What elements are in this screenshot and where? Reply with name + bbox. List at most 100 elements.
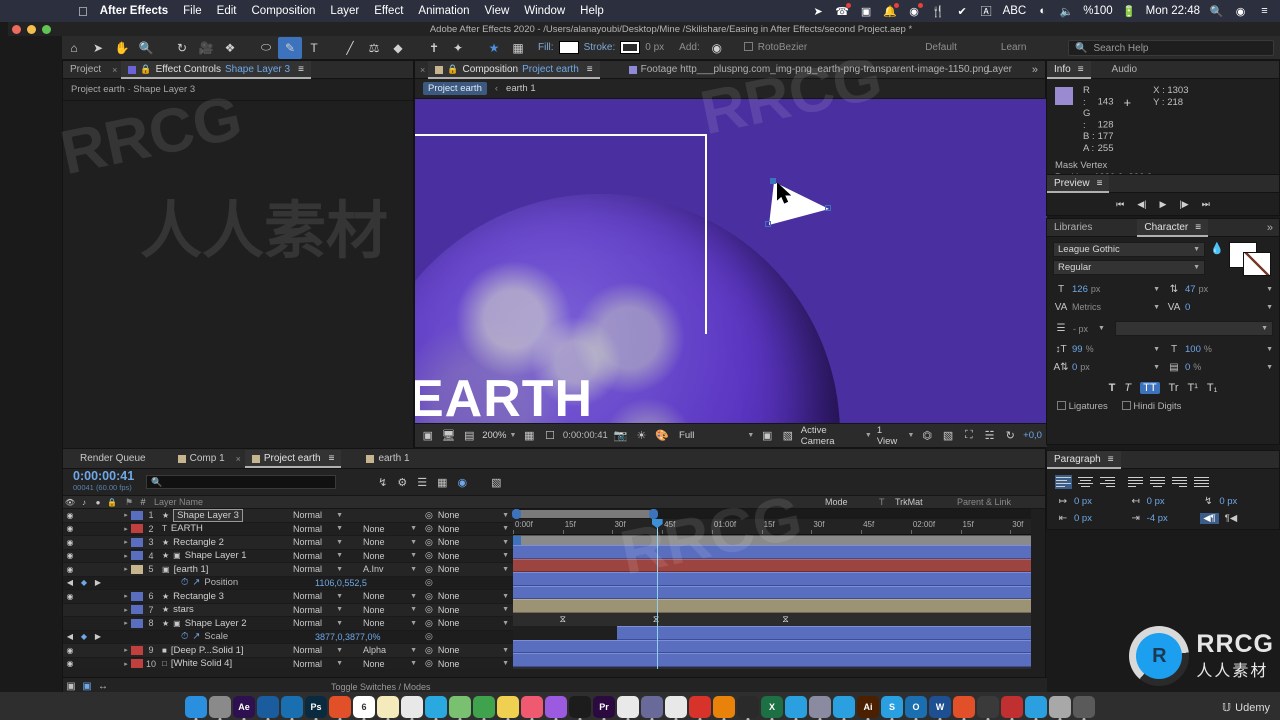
layer-label-color[interactable]: [131, 524, 143, 534]
siri-icon[interactable]: ◉: [1233, 4, 1248, 19]
rtl-icon[interactable]: ¶◀: [1225, 513, 1237, 524]
ltr-icon[interactable]: ◀¶: [1200, 512, 1219, 524]
layer-expand-arrow[interactable]: ▸: [121, 619, 131, 627]
preview-icon[interactable]: [641, 696, 663, 718]
layer-label-color[interactable]: [131, 551, 143, 561]
table-row[interactable]: ◉ ▸ 2 T EARTH Normal ▼ None ▼ ◎ None ▼: [63, 522, 513, 536]
graph-editor-icon[interactable]: ▧: [491, 476, 501, 489]
brush-tool[interactable]: ╱: [338, 37, 362, 59]
pickwhip-icon[interactable]: ◎: [425, 510, 433, 521]
table-row[interactable]: ▸ 7 ★ stars Normal ▼ None ▼ ◎ None ▼: [63, 603, 513, 617]
word-icon[interactable]: W: [929, 696, 951, 718]
menu-composition[interactable]: Composition: [252, 5, 316, 17]
layer-expand-arrow[interactable]: ▸: [121, 565, 131, 573]
layer-parent-select[interactable]: ◎ None ▼: [421, 618, 513, 629]
pickwhip-icon[interactable]: ◎: [425, 577, 433, 588]
align-center-button[interactable]: [1077, 475, 1094, 489]
stroke-color-swatch[interactable]: [620, 41, 641, 54]
layer-visibility-toggle[interactable]: ◉: [63, 538, 77, 547]
draft-3d-icon[interactable]: ⚙: [397, 476, 407, 489]
calendar-icon[interactable]: 6: [353, 696, 375, 718]
layer-name-label[interactable]: Rectangle 3: [173, 591, 224, 602]
keyframe-prev-icon[interactable]: ◀: [63, 632, 77, 641]
panel-menu-icon[interactable]: ≡: [298, 64, 304, 75]
menu-edit[interactable]: Edit: [217, 5, 237, 17]
layer-name-cell[interactable]: T EARTH: [159, 523, 289, 534]
table-row[interactable]: ◉ ▸ 3 ★ Rectangle 2 Normal ▼ None ▼ ◎ None ▼: [63, 536, 513, 550]
layer-trkmat-select[interactable]: None ▼: [359, 605, 421, 615]
menu-layer[interactable]: Layer: [330, 5, 359, 17]
layer-name-label[interactable]: [White Solid 4]: [171, 658, 232, 669]
layer-parent-select[interactable]: ◎ None ▼: [421, 564, 513, 575]
layer-name-cell[interactable]: ★ Rectangle 3: [159, 591, 289, 602]
stroke-style-select[interactable]: ▼: [1114, 321, 1273, 336]
show-snapshot-icon[interactable]: ☀: [634, 428, 650, 444]
pen-shape-with-cursor[interactable]: [765, 177, 835, 235]
frame-blending-icon[interactable]: ▦: [437, 476, 447, 489]
layer-expand-arrow[interactable]: ▸: [121, 592, 131, 600]
skype-icon[interactable]: [785, 696, 807, 718]
layer-label-color[interactable]: [131, 591, 143, 601]
stopwatch-icon[interactable]: ⏱: [181, 631, 188, 642]
layer-parent-select[interactable]: ◎ None ▼: [421, 645, 513, 656]
menu-effect[interactable]: Effect: [374, 5, 403, 17]
tab-layer[interactable]: Layer: [980, 61, 1019, 79]
tab-character[interactable]: Character ≡: [1137, 218, 1209, 237]
layer-name-cell[interactable]: ★ ▣ Shape Layer 1: [159, 550, 289, 561]
keyframe-marker-icon[interactable]: ◆: [77, 632, 91, 641]
input-source-icon[interactable]: 🄰: [979, 4, 994, 19]
close-window-button[interactable]: [12, 24, 21, 34]
food-icon[interactable]: 🍴: [931, 4, 946, 19]
keyframe-marker[interactable]: ⧖: [782, 615, 788, 624]
close-tab-icon[interactable]: ×: [420, 65, 425, 75]
channel-icon[interactable]: 🎨: [654, 428, 670, 444]
minimize-window-button[interactable]: [27, 24, 36, 34]
type-tool[interactable]: T: [302, 37, 326, 59]
maximize-window-button[interactable]: [42, 24, 51, 34]
justify-last-right-button[interactable]: [1171, 475, 1188, 489]
location-arrow-icon[interactable]: ➤: [811, 4, 826, 19]
layer-name-cell[interactable]: ★ Rectangle 2: [159, 537, 289, 548]
motion-blur-icon[interactable]: ◉: [458, 476, 468, 489]
illustrator-icon[interactable]: Ai: [857, 696, 879, 718]
layer-expand-arrow[interactable]: ▸: [121, 511, 131, 519]
layer-mode-select[interactable]: Normal ▼: [289, 591, 347, 601]
timeline-search-input[interactable]: 🔍: [146, 475, 337, 489]
superscript-button[interactable]: T¹: [1188, 382, 1198, 394]
after-effects-icon[interactable]: Ae: [233, 696, 255, 718]
pen-tool[interactable]: ✎: [278, 36, 302, 59]
layer-duration-bar[interactable]: [513, 572, 1031, 586]
frame-render-time-icon[interactable]: ▣: [63, 681, 79, 692]
finder-icon[interactable]: [185, 696, 207, 718]
workspace-default[interactable]: Default: [925, 42, 957, 53]
view-layout-select[interactable]: 1 View ▼: [877, 425, 915, 447]
home-icon[interactable]: ⌂: [62, 37, 86, 59]
stopwatch-icon[interactable]: ⏱: [181, 577, 188, 588]
panel-menu-icon[interactable]: ≡: [587, 64, 593, 75]
table-row[interactable]: ◉ ▸ 1 ★ Shape Layer 3 Normal ▼ ◎ None ▼: [63, 509, 513, 523]
layer-label-color[interactable]: [131, 537, 143, 547]
layer-name-cell[interactable]: ▣ [earth 1]: [159, 564, 289, 575]
all-caps-button[interactable]: TT: [1140, 382, 1160, 394]
pickwhip-icon[interactable]: ◎: [425, 591, 433, 602]
layer-visibility-toggle[interactable]: ◉: [63, 659, 77, 668]
layer-expand-arrow[interactable]: ▸: [121, 538, 131, 546]
menu-animation[interactable]: Animation: [418, 5, 469, 17]
mask-vertex-selected[interactable]: [770, 178, 776, 184]
photoshop-icon[interactable]: Ps: [305, 696, 327, 718]
shape-tool[interactable]: ⬭: [254, 37, 278, 59]
layer-name-label[interactable]: Shape Layer 1: [185, 550, 247, 561]
close-tab-icon[interactable]: ×: [112, 65, 117, 75]
layer-trkmat-select[interactable]: None ▼: [359, 659, 421, 669]
transparency-grid-icon[interactable]: ▧: [780, 428, 796, 444]
layer-name-label[interactable]: Shape Layer 2: [185, 618, 247, 629]
tab-effect-controls[interactable]: 🔒 Effect Controls Shape Layer 3 ≡: [121, 60, 311, 79]
layer-duration-bar[interactable]: [513, 558, 1031, 572]
property-keyframe-track[interactable]: ⧖⧖: [513, 666, 1031, 669]
eyedropper-icon[interactable]: 💧: [1210, 242, 1224, 276]
layer-mode-select[interactable]: Normal ▼: [289, 659, 347, 669]
layer-parent-select[interactable]: ◎ None ▼: [421, 658, 513, 669]
apple-icon[interactable]: : [78, 4, 88, 19]
breadcrumb-comp[interactable]: Project earth: [423, 82, 487, 95]
maps-icon[interactable]: [449, 696, 471, 718]
